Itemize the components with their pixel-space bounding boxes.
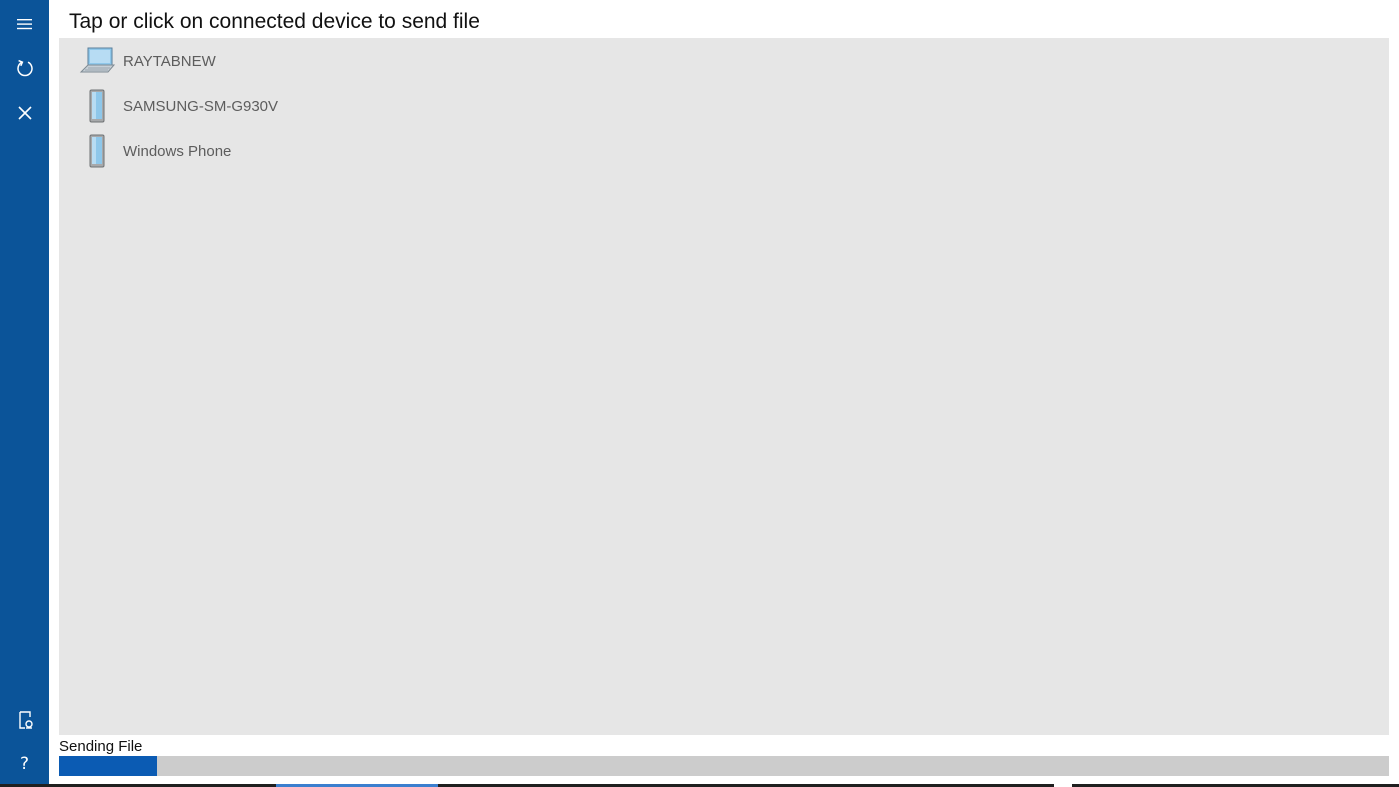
device-label: SAMSUNG-SM-G930V [123,97,279,115]
refresh-icon [16,59,33,77]
device-label: Windows Phone [123,142,232,160]
phone-icon [77,134,117,168]
help-icon: ? [19,754,30,774]
refresh-button[interactable] [0,48,49,88]
device-item-samsung-sm-g930v[interactable]: SAMSUNG-SM-G930V [77,86,437,126]
page-title: Tap or click on connected device to send… [69,10,480,33]
device-label: RAYTABNEW [123,52,216,70]
device-item-windows-phone[interactable]: Windows Phone [77,131,437,171]
menu-button[interactable] [0,4,49,44]
close-button[interactable] [0,93,49,133]
close-icon [17,106,32,120]
progress-bar [59,756,1389,776]
menu-icon [16,19,32,30]
device-item-raytabnew[interactable]: RAYTABNEW [77,41,437,81]
progress-fill [59,756,158,776]
nav-rail: ? [0,0,49,787]
document-settings-icon [18,711,33,729]
help-button[interactable]: ? [0,744,49,784]
status-label: Sending File [59,738,143,755]
document-settings-button[interactable] [0,700,49,740]
device-list: RAYTABNEW SAMSUNG-SM-G930V Windows Phone [59,38,1389,735]
phone-icon [77,89,117,123]
laptop-icon [77,44,117,78]
